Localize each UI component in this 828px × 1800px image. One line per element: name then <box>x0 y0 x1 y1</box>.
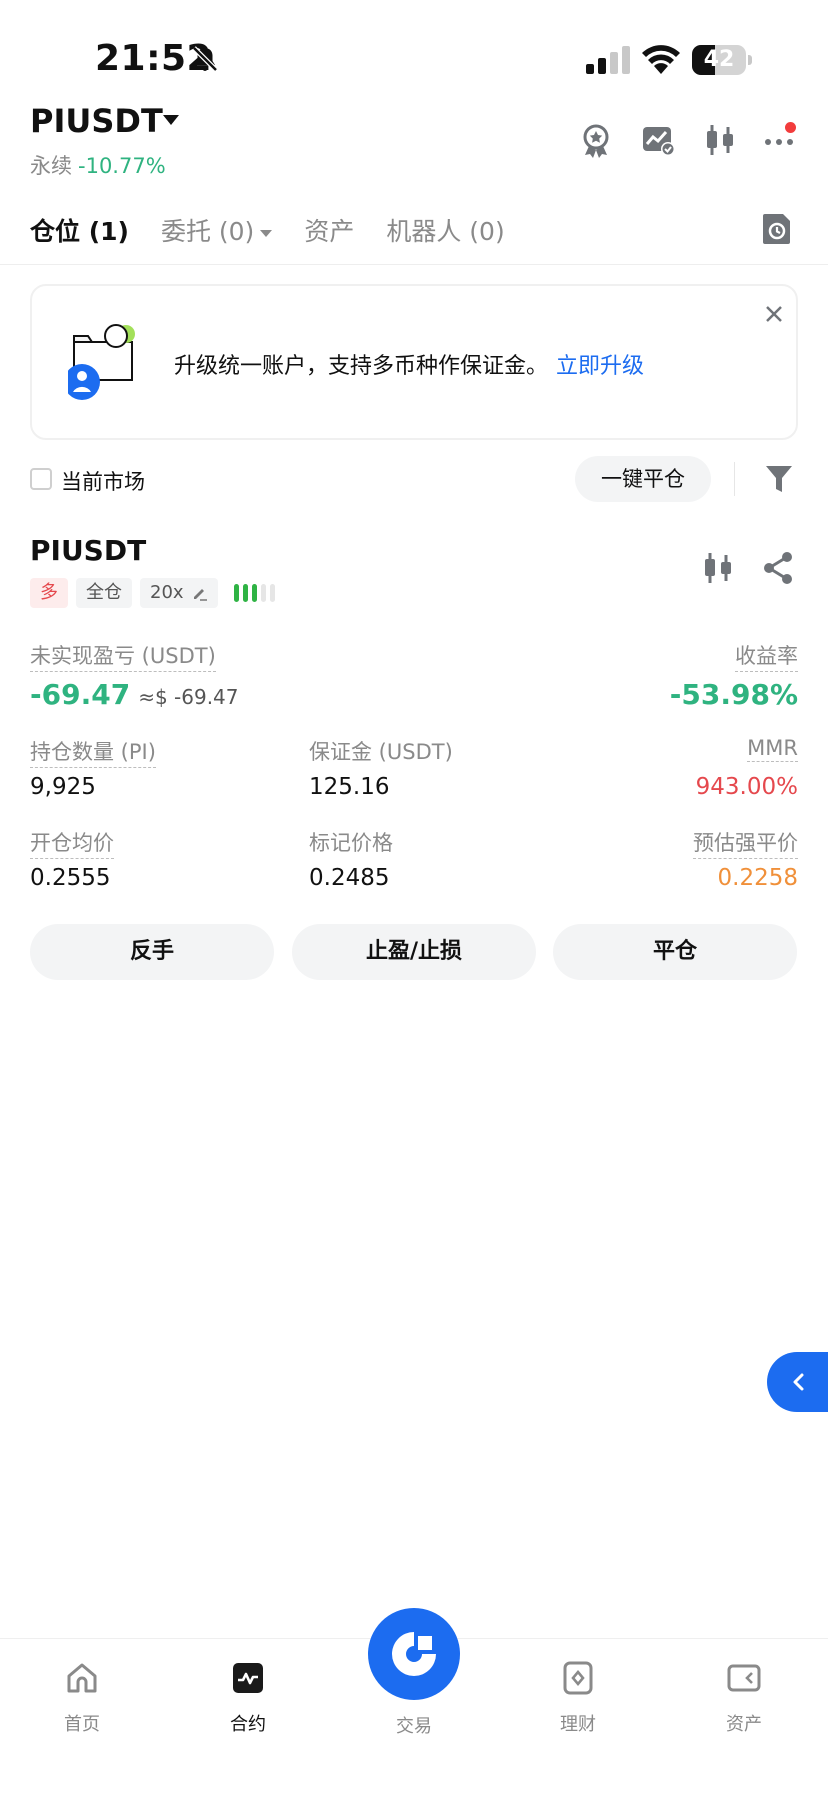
unrealized-pnl-value: -69.47 <box>30 678 131 711</box>
unified-account-illustration-icon <box>68 324 135 400</box>
reverse-button[interactable]: 反手 <box>30 924 274 980</box>
position-size-value: 9,925 <box>30 774 96 800</box>
upgrade-now-link[interactable]: 立即升级 <box>556 354 644 379</box>
risk-bar <box>260 584 266 602</box>
tab-orders-label: 委托 (0) <box>160 217 255 246</box>
entry-price-value: 0.2555 <box>30 865 111 891</box>
leverage-badge[interactable]: 20x <box>140 578 218 608</box>
banner-text: 升级统一账户，支持多币种作保证金。 <box>174 354 549 379</box>
side-panel-toggle[interactable] <box>767 1352 828 1412</box>
nav-earn-label: 理财 <box>560 1714 596 1735</box>
risk-bar <box>251 584 257 602</box>
symbol-subtitle: 永续 -10.77% <box>30 150 166 180</box>
symbol-dropdown-icon[interactable] <box>163 115 179 125</box>
mark-price-label: 标记价格 <box>309 831 393 855</box>
leverage-value: 20x <box>150 582 184 603</box>
upgrade-banner: 升级统一账户，支持多币种作保证金。 立即升级 <box>30 284 798 440</box>
roe-value: -53.98% <box>669 678 798 711</box>
nav-futures[interactable]: 合约 <box>198 1660 298 1736</box>
unrealized-pnl: -69.47 ≈$ -69.47 <box>30 678 239 711</box>
earn-icon <box>563 1661 593 1695</box>
nav-trade-label[interactable]: 交易 <box>364 1712 464 1738</box>
nav-assets-label: 资产 <box>726 1714 762 1735</box>
home-icon <box>67 1663 97 1693</box>
close-icon[interactable] <box>762 302 786 326</box>
position-badges: 多 全仓 20x <box>30 578 275 608</box>
position-symbol[interactable]: PIUSDT <box>30 534 146 567</box>
tab-orders[interactable]: 委托 (0) <box>160 212 273 252</box>
tab-bots[interactable]: 机器人 (0) <box>386 212 504 252</box>
position-size-label[interactable]: 持仓数量 (PI) <box>30 736 156 768</box>
unrealized-pnl-label[interactable]: 未实现盈亏 (USDT) <box>30 640 216 672</box>
margin-value: 125.16 <box>309 774 390 800</box>
nav-futures-label: 合约 <box>230 1714 266 1735</box>
liquidation-price-value: 0.2258 <box>717 865 798 891</box>
tp-sl-button[interactable]: 止盈/止损 <box>292 924 536 980</box>
nav-home[interactable]: 首页 <box>32 1660 132 1736</box>
trade-logo-icon <box>392 1632 436 1676</box>
margin-label: 保证金 (USDT) <box>309 740 453 764</box>
close-position-button[interactable]: 平仓 <box>553 924 797 980</box>
nav-earn[interactable]: 理财 <box>528 1660 628 1736</box>
close-all-button[interactable]: 一键平仓 <box>575 456 711 502</box>
chevron-down-icon <box>260 229 273 237</box>
battery-indicator: 42 <box>692 45 752 75</box>
risk-bar <box>269 584 275 602</box>
history-document-icon[interactable] <box>762 212 792 246</box>
filter-icon[interactable] <box>764 463 794 495</box>
futures-chart-icon <box>233 1663 263 1693</box>
notification-dot <box>785 122 796 133</box>
banner-message: 升级统一账户，支持多币种作保证金。 立即升级 <box>174 348 644 380</box>
wifi-icon <box>642 45 680 74</box>
nav-home-label: 首页 <box>64 1714 100 1735</box>
current-market-label[interactable]: 当前市场 <box>61 466 145 496</box>
tabs-divider <box>0 264 828 265</box>
risk-level-indicator <box>233 584 275 602</box>
liquidation-price-label[interactable]: 预估强平价 <box>693 827 798 859</box>
divider <box>734 462 735 496</box>
candlestick-icon[interactable] <box>700 550 736 586</box>
tab-assets[interactable]: 资产 <box>304 212 354 252</box>
mmr-value: 943.00% <box>695 774 798 800</box>
wallet-icon <box>727 1664 761 1692</box>
margin-mode-badge: 全仓 <box>76 578 132 608</box>
risk-bar <box>233 584 239 602</box>
entry-price-label[interactable]: 开仓均价 <box>30 827 114 859</box>
cellular-signal-icon <box>586 46 630 74</box>
position-tabs: 仓位 (1) 委托 (0) 资产 机器人 (0) <box>30 212 537 252</box>
edit-pencil-icon <box>193 589 207 601</box>
nav-assets[interactable]: 资产 <box>694 1660 794 1736</box>
status-bar: 21:52 42 <box>0 0 828 110</box>
risk-bar <box>242 584 248 602</box>
chart-check-icon[interactable] <box>640 122 676 158</box>
bell-muted-icon <box>192 46 218 72</box>
tab-positions[interactable]: 仓位 (1) <box>30 212 129 252</box>
trade-button[interactable] <box>368 1608 460 1700</box>
mark-price-value: 0.2485 <box>309 865 390 891</box>
contract-type: 永续 <box>30 154 72 178</box>
candlestick-icon[interactable] <box>702 122 738 158</box>
current-market-checkbox[interactable] <box>30 468 52 490</box>
battery-level: 42 <box>703 47 735 72</box>
chevron-left-icon <box>793 1373 804 1391</box>
unrealized-pnl-usd: ≈$ -69.47 <box>138 685 239 709</box>
mmr-label[interactable]: MMR <box>747 736 798 762</box>
badge-icon[interactable] <box>578 122 614 158</box>
roe-label[interactable]: 收益率 <box>735 640 798 672</box>
price-change: -10.77% <box>78 154 166 178</box>
share-icon[interactable] <box>760 550 796 586</box>
symbol-selector[interactable]: PIUSDT <box>30 102 163 140</box>
side-badge: 多 <box>30 578 68 608</box>
